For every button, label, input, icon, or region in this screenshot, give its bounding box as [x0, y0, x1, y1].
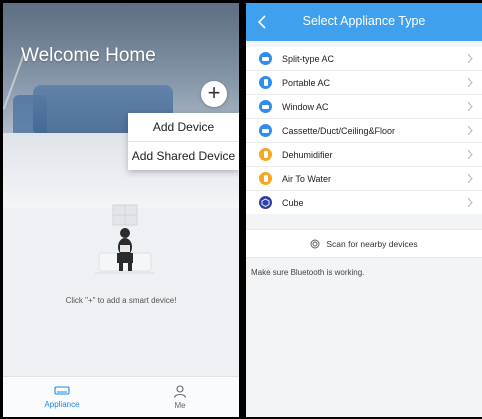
select-appliance-screen: Select Appliance Type Split-type AC Port…: [246, 3, 482, 417]
list-item-label: Cube: [282, 197, 304, 208]
add-menu: Add Device Add Shared Device: [128, 113, 239, 170]
list-item-cassette[interactable]: Cassette/Duct/Ceiling&Floor: [246, 119, 482, 143]
list-item-air-to-water[interactable]: Air To Water: [246, 167, 482, 191]
hero-background: [3, 3, 239, 208]
list-item-label: Cassette/Duct/Ceiling&Floor: [282, 125, 396, 136]
home-screen: Welcome Home + Add Device Add Shared Dev…: [3, 3, 239, 417]
chevron-right-icon: [467, 197, 473, 208]
list-item-label: Portable AC: [282, 77, 331, 88]
portable-ac-icon: [259, 76, 272, 89]
chevron-right-icon: [467, 173, 473, 184]
appliance-list: Split-type AC Portable AC Window AC Cass…: [246, 47, 482, 214]
list-item-label: Window AC: [282, 101, 329, 112]
bluetooth-hint: Make sure Bluetooth is working.: [251, 268, 365, 277]
list-item-label: Dehumidifier: [282, 149, 333, 160]
cube-icon: [259, 196, 272, 209]
person-icon: [173, 385, 187, 398]
bottom-tabbar: Appliance Me: [3, 376, 239, 417]
page-title: Welcome Home: [21, 45, 156, 66]
ac-unit-icon: [54, 386, 70, 395]
chevron-right-icon: [467, 125, 473, 136]
list-item-portable-ac[interactable]: Portable AC: [246, 71, 482, 95]
chevron-right-icon: [467, 53, 473, 64]
list-item-label: Split-type AC: [282, 53, 335, 64]
cassette-ac-icon: [259, 124, 272, 137]
list-item-dehumidifier[interactable]: Dehumidifier: [246, 143, 482, 167]
list-item-cube[interactable]: Cube: [246, 191, 482, 214]
page-title: Select Appliance Type: [302, 14, 426, 28]
chevron-right-icon: [467, 101, 473, 112]
empty-room-illustration: [95, 204, 155, 274]
chevron-right-icon: [467, 77, 473, 88]
air-to-water-icon: [259, 172, 272, 185]
scan-icon: [310, 239, 320, 248]
scan-label: Scan for nearby devices: [326, 238, 418, 249]
tab-appliance-label: Appliance: [44, 400, 80, 409]
window-ac-icon: [259, 100, 272, 113]
top-bar: Select Appliance Type: [246, 3, 482, 41]
list-item-label: Air To Water: [282, 173, 332, 184]
menu-item-add-device[interactable]: Add Device: [128, 113, 239, 142]
tab-me[interactable]: Me: [121, 377, 239, 417]
list-item-window-ac[interactable]: Window AC: [246, 95, 482, 119]
split-ac-icon: [259, 52, 272, 65]
tab-me-label: Me: [174, 401, 186, 410]
scan-nearby-button[interactable]: Scan for nearby devices: [246, 229, 482, 258]
list-item-split-type-ac[interactable]: Split-type AC: [246, 47, 482, 71]
tab-appliance[interactable]: Appliance: [3, 377, 121, 417]
empty-state-text: Click "+" to add a smart device!: [65, 296, 177, 305]
add-button[interactable]: +: [201, 81, 227, 107]
menu-item-add-shared-device[interactable]: Add Shared Device: [128, 142, 239, 170]
dehumidifier-icon: [259, 148, 272, 161]
chevron-right-icon: [467, 149, 473, 160]
